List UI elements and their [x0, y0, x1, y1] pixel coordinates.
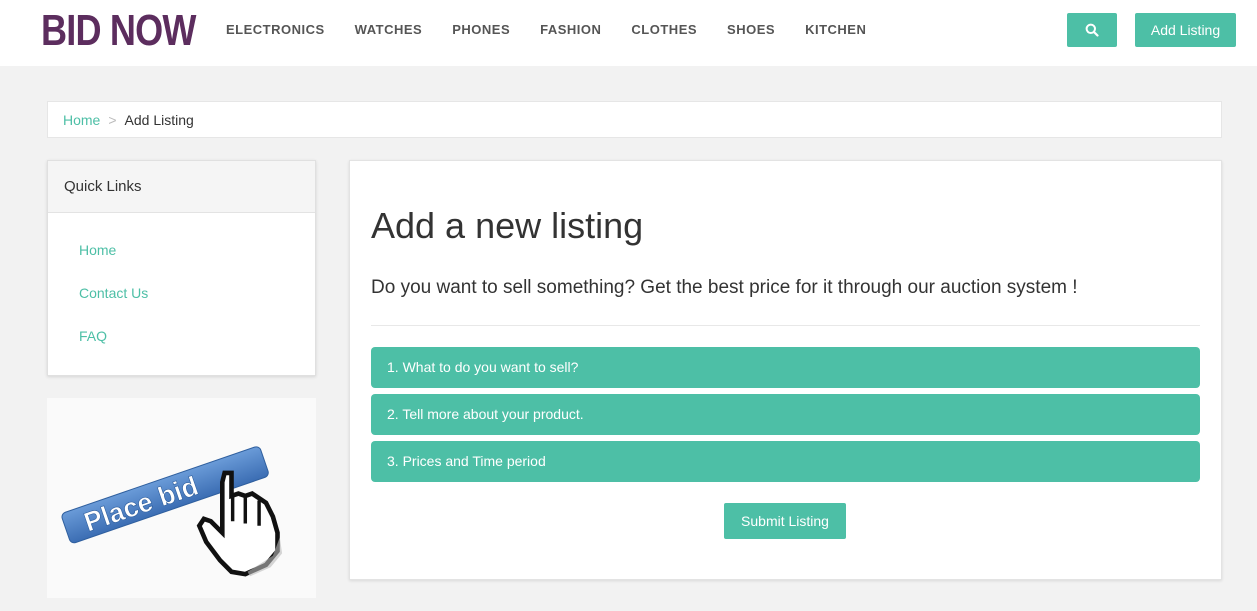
- step-what-to-sell[interactable]: 1. What to do you want to sell?: [371, 347, 1200, 388]
- nav-item-electronics[interactable]: ELECTRONICS: [226, 22, 325, 37]
- main-nav: ELECTRONICS WATCHES PHONES FASHION CLOTH…: [226, 22, 896, 37]
- breadcrumb-home-link[interactable]: Home: [63, 112, 100, 128]
- breadcrumb-separator: >: [108, 111, 117, 128]
- divider: [371, 325, 1200, 326]
- banner-label: Place bid: [80, 471, 202, 538]
- nav-item-phones[interactable]: PHONES: [452, 22, 510, 37]
- nav-item-watches[interactable]: WATCHES: [355, 22, 423, 37]
- site-header: BID NOW ELECTRONICS WATCHES PHONES FASHI…: [0, 0, 1257, 66]
- search-button[interactable]: [1067, 13, 1117, 47]
- quick-link-contact-us[interactable]: Contact Us: [48, 285, 315, 301]
- place-bid-banner[interactable]: Place bid: [47, 398, 316, 598]
- step-product-details[interactable]: 2. Tell more about your product.: [371, 394, 1200, 435]
- quick-links-title: Quick Links: [48, 161, 315, 213]
- page-subtitle: Do you want to sell something? Get the b…: [371, 277, 1078, 298]
- submit-listing-button[interactable]: Submit Listing: [724, 503, 846, 539]
- search-icon: [1085, 23, 1099, 37]
- site-logo[interactable]: BID NOW: [41, 4, 196, 58]
- step-prices-time[interactable]: 3. Prices and Time period: [371, 441, 1200, 482]
- nav-item-clothes[interactable]: CLOTHES: [631, 22, 697, 37]
- nav-item-fashion[interactable]: FASHION: [540, 22, 601, 37]
- nav-item-shoes[interactable]: SHOES: [727, 22, 775, 37]
- breadcrumb-current: Add Listing: [124, 111, 194, 128]
- page-title: Add a new listing: [371, 205, 644, 246]
- add-listing-button[interactable]: Add Listing: [1135, 13, 1236, 47]
- quick-link-home[interactable]: Home: [48, 242, 315, 258]
- breadcrumb: Home > Add Listing: [47, 101, 1222, 138]
- place-bid-illustration: Place bid: [61, 446, 283, 577]
- nav-item-kitchen[interactable]: KITCHEN: [805, 22, 866, 37]
- add-listing-panel: Add a new listing Do you want to sell so…: [349, 160, 1222, 580]
- quick-link-faq[interactable]: FAQ: [48, 328, 315, 344]
- quick-links-panel: Quick Links Home Contact Us FAQ: [47, 160, 316, 376]
